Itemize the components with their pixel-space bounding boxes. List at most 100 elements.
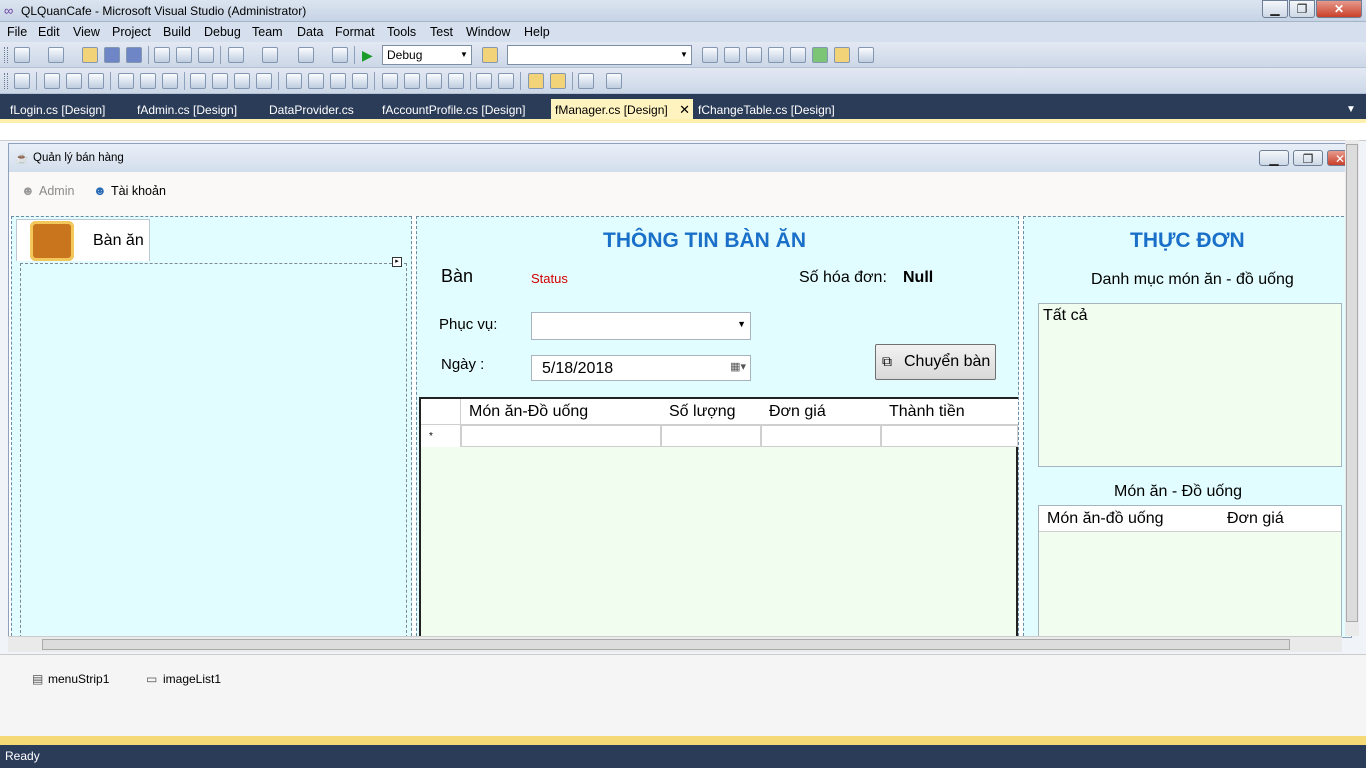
tab-overflow-icon[interactable]: ▼ [1346,99,1356,119]
decrease-vertical-spacing-icon[interactable] [426,73,442,89]
object-browser-icon[interactable] [746,47,762,63]
cell-dish[interactable] [461,425,661,447]
make-same-size-icon[interactable] [256,73,272,89]
open-file-icon[interactable] [82,47,98,63]
solution-explorer-icon[interactable] [702,47,718,63]
menu-file[interactable]: File [7,25,27,39]
undo-icon[interactable] [228,47,244,63]
add-item-icon[interactable] [48,47,64,63]
tray-menustrip[interactable]: menuStrip1 [48,672,109,686]
tab-ban-an[interactable]: Bàn ăn [16,219,150,261]
menu-debug[interactable]: Debug [204,25,241,39]
align-lefts-icon[interactable] [44,73,60,89]
find-in-files-icon[interactable] [482,47,498,63]
designer-horizontal-scrollbar[interactable] [8,636,1342,652]
toolbar-grip[interactable] [4,47,8,63]
navigate-backward-icon[interactable] [298,47,314,63]
make-same-width-icon[interactable] [190,73,206,89]
maximize-button[interactable]: ❐ [1289,0,1315,18]
increase-horizontal-spacing-icon[interactable] [308,73,324,89]
align-rights-icon[interactable] [88,73,104,89]
col-price[interactable]: Đơn giá [761,399,881,425]
tab-fadmin[interactable]: fAdmin.cs [Design] [137,99,237,119]
close-tab-icon[interactable]: ✕ [679,99,690,121]
vertical-spacing-equal-icon[interactable] [382,73,398,89]
menu-help[interactable]: Help [524,25,550,39]
cell-price[interactable] [761,425,881,447]
col-dish-name[interactable]: Món ăn-đồ uống [1039,506,1219,532]
align-centers-icon[interactable] [66,73,82,89]
dishes-grid[interactable]: Món ăn-đồ uống Đơn giá [1038,505,1342,637]
new-project-icon[interactable] [14,47,30,63]
menu-edit[interactable]: Edit [38,25,60,39]
cell-total[interactable] [881,425,1018,447]
remove-horizontal-spacing-icon[interactable] [352,73,368,89]
navigate-forward-icon[interactable] [332,47,348,63]
date-picker[interactable]: 5/18/2018 ▦▾ [531,355,751,381]
bring-to-front-icon[interactable] [528,73,544,89]
properties-icon[interactable] [724,47,740,63]
designer-vertical-scrollbar[interactable] [1345,140,1359,636]
align-bottoms-icon[interactable] [162,73,178,89]
redo-icon[interactable] [262,47,278,63]
align-to-grid-icon[interactable] [14,73,30,89]
remove-vertical-spacing-icon[interactable] [448,73,464,89]
category-listbox[interactable]: Tất cả [1038,303,1342,467]
center-vertically-icon[interactable] [498,73,514,89]
save-all-icon[interactable] [126,47,142,63]
send-to-back-icon[interactable] [550,73,566,89]
col-total[interactable]: Thành tiền [881,399,1018,425]
size-to-grid-icon[interactable] [212,73,228,89]
align-tops-icon[interactable] [118,73,134,89]
tray-imagelist[interactable]: imageList1 [163,672,221,686]
menu-admin[interactable]: Admin [39,184,74,198]
smart-tag-icon[interactable]: ▸ [392,257,402,267]
copy-icon[interactable] [176,47,192,63]
menu-format[interactable]: Format [335,25,375,39]
center-horizontally-icon[interactable] [476,73,492,89]
configuration-combo[interactable]: Debug ▼ [382,45,472,65]
toolbox-icon[interactable] [768,47,784,63]
start-page-icon[interactable] [812,47,828,63]
decrease-horizontal-spacing-icon[interactable] [330,73,346,89]
menu-build[interactable]: Build [163,25,191,39]
find-combo[interactable]: ▼ [507,45,692,65]
command-window-icon[interactable] [858,47,874,63]
cell-qty[interactable] [661,425,761,447]
designed-form[interactable]: ☕ Quản lý bán hàng ▁ ❐ ✕ ☻ Admin ☻ Tài k… [8,143,1352,638]
menu-account[interactable]: Tài khoản [111,184,166,198]
tab-flogin[interactable]: fLogin.cs [Design] [10,99,105,119]
menu-window[interactable]: Window [466,25,510,39]
toolbar-grip[interactable] [4,73,8,89]
serve-combobox[interactable]: ▼ [531,312,751,340]
align-middles-icon[interactable] [140,73,156,89]
tab-dataprovider[interactable]: DataProvider.cs [269,99,354,119]
tab-order-icon[interactable] [578,73,594,89]
form-minimize-button[interactable]: ▁ [1259,150,1289,166]
menu-project[interactable]: Project [112,25,151,39]
close-button[interactable]: ✕ [1316,0,1362,18]
form-maximize-button[interactable]: ❐ [1293,150,1323,166]
paste-icon[interactable] [198,47,214,63]
category-item[interactable]: Tất cả [1043,307,1087,325]
tab-fmanager[interactable]: fManager.cs [Design] ✕ [551,99,693,119]
col-qty[interactable]: Số lượng [661,399,761,425]
menu-view[interactable]: View [73,25,100,39]
col-dish-price[interactable]: Đơn giá [1219,506,1341,532]
tab-fchangetable[interactable]: fChangeTable.cs [Design] [698,99,835,119]
move-table-button[interactable]: ⧉ Chuyển bàn [875,344,996,380]
increase-vertical-spacing-icon[interactable] [404,73,420,89]
tab-faccountprofile[interactable]: fAccountProfile.cs [Design] [382,99,525,119]
cut-icon[interactable] [154,47,170,63]
menu-team[interactable]: Team [252,25,283,39]
class-view-icon[interactable] [834,47,850,63]
lock-controls-icon[interactable] [606,73,622,89]
make-same-height-icon[interactable] [234,73,250,89]
calendar-icon[interactable]: ▦▾ [730,360,746,373]
extensions-icon[interactable] [790,47,806,63]
table-flow-panel[interactable] [20,263,407,637]
menu-tools[interactable]: Tools [387,25,416,39]
minimize-button[interactable]: ▁ [1262,0,1288,18]
menu-data[interactable]: Data [297,25,323,39]
col-dish[interactable]: Món ăn-Đồ uống [461,399,661,425]
